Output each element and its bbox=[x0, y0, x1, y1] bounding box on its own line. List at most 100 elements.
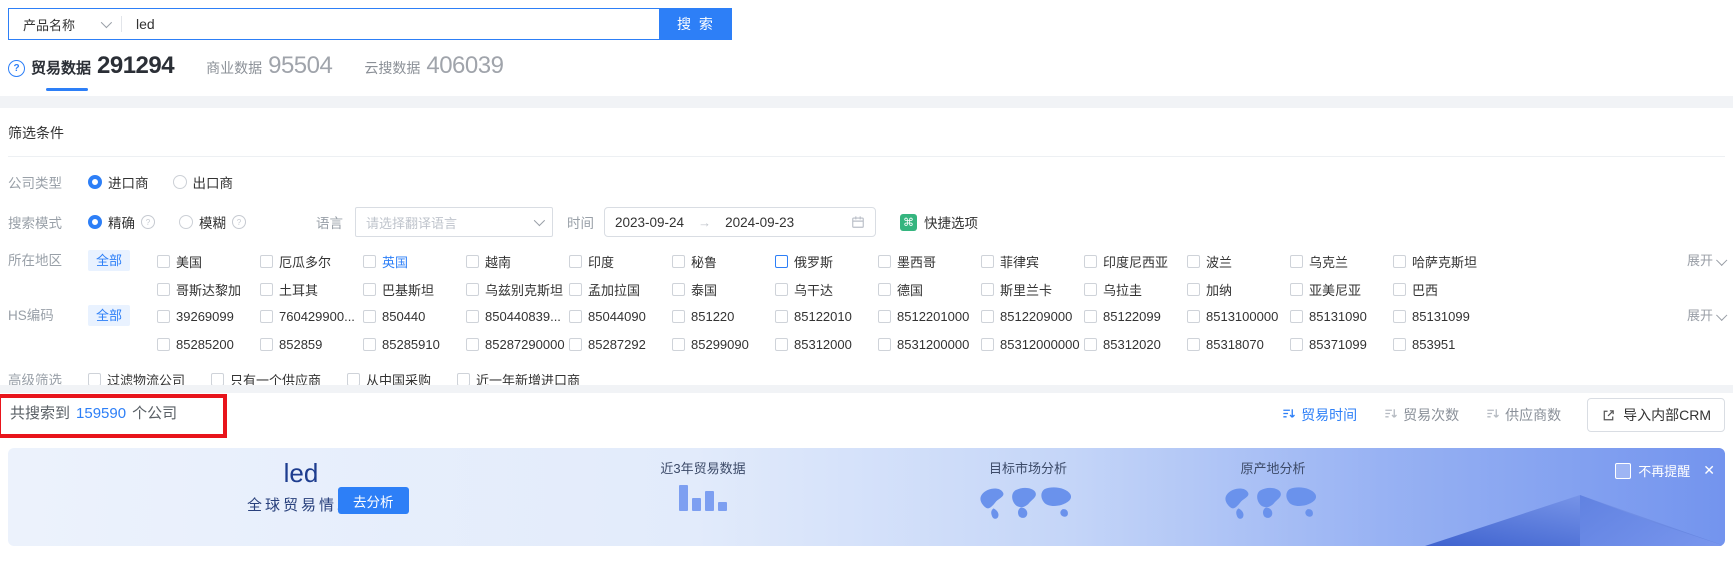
hs-expand-link[interactable]: 展开 bbox=[1687, 305, 1728, 327]
hs-code-checkbox[interactable]: 85122010 bbox=[775, 305, 878, 327]
hs-code-checkbox[interactable]: 850440 bbox=[363, 305, 466, 327]
hs-code-checkbox[interactable]: 851220 bbox=[672, 305, 775, 327]
hs-code-checkbox[interactable]: 8513100000 bbox=[1187, 305, 1290, 327]
hs-code-checkbox[interactable]: 85285200 bbox=[157, 333, 260, 355]
hs-code-checkbox[interactable]: 85312000 bbox=[775, 333, 878, 355]
region-checkbox[interactable]: 斯里兰卡 bbox=[981, 278, 1084, 300]
date-range-picker[interactable]: 2023-09-24 → 2024-09-23 bbox=[604, 207, 876, 237]
sort-label: 贸易次数 bbox=[1403, 407, 1460, 423]
region-checkbox[interactable]: 厄瓜多尔 bbox=[260, 250, 363, 272]
tab-label: 商业数据 bbox=[206, 60, 263, 76]
region-checkbox[interactable]: 菲律宾 bbox=[981, 250, 1084, 272]
region-checkbox[interactable]: 泰国 bbox=[672, 278, 775, 300]
region-checkbox[interactable]: 英国 bbox=[363, 250, 466, 272]
radio-dot bbox=[172, 175, 187, 189]
banner-close-icon[interactable]: ✕ bbox=[1703, 462, 1715, 479]
region-checkbox[interactable]: 巴西 bbox=[1393, 278, 1496, 300]
region-checkbox[interactable]: 亚美尼亚 bbox=[1290, 278, 1393, 300]
sort-option[interactable]: 贸易次数 bbox=[1383, 405, 1459, 425]
checkbox-label: 85122010 bbox=[794, 308, 852, 324]
hs-code-checkbox[interactable]: 8531200000 bbox=[878, 333, 981, 355]
hs-code-checkbox[interactable]: 853951 bbox=[1393, 333, 1496, 355]
search-input[interactable] bbox=[134, 15, 659, 33]
date-end: 2024-09-23 bbox=[725, 214, 795, 230]
chart-bar bbox=[718, 502, 727, 511]
hs-code-checkbox[interactable]: 760429900... bbox=[260, 305, 363, 327]
language-select[interactable]: 请选择翻译语言 bbox=[355, 207, 553, 237]
tab[interactable]: 云搜数据 406039 bbox=[364, 52, 504, 80]
checkbox-label: 越南 bbox=[485, 254, 512, 270]
checkbox-box bbox=[775, 254, 789, 268]
region-checkbox[interactable]: 土耳其 bbox=[260, 278, 363, 300]
tab[interactable]: 商业数据 95504 bbox=[206, 52, 333, 80]
hs-code-checkbox[interactable]: 85287290000 bbox=[466, 333, 569, 355]
hs-code-checkbox[interactable]: 8512209000 bbox=[981, 305, 1084, 327]
checkbox-box bbox=[1393, 254, 1407, 268]
banner-section-trade: 近3年贸易数据 bbox=[623, 458, 783, 511]
analyze-button[interactable]: 去分析 bbox=[338, 487, 409, 514]
hs-code-checkbox[interactable]: 85318070 bbox=[1187, 333, 1290, 355]
region-checkbox-grid: 美国 厄瓜多尔 英国 越南 印度 秘鲁 俄罗斯 墨西哥 菲律宾 印度尼西亚 波兰 乌克兰 哈萨克斯坦哥斯… bbox=[157, 250, 1496, 300]
hs-code-checkbox[interactable]: 852859 bbox=[260, 333, 363, 355]
region-expand-link[interactable]: 展开 bbox=[1687, 250, 1728, 272]
radio-option[interactable]: 出口商 bbox=[172, 172, 233, 192]
region-checkbox[interactable]: 越南 bbox=[466, 250, 569, 272]
checkbox-label: 乌干达 bbox=[794, 282, 834, 298]
search-bar: 产品名称 搜 索 bbox=[8, 8, 732, 40]
region-checkbox[interactable]: 乌干达 bbox=[775, 278, 878, 300]
hs-code-checkbox[interactable]: 85044090 bbox=[569, 305, 672, 327]
region-checkbox[interactable]: 乌拉圭 bbox=[1084, 278, 1187, 300]
region-checkbox[interactable]: 印度 bbox=[569, 250, 672, 272]
radio-option[interactable]: 精确 bbox=[88, 212, 135, 232]
region-checkbox[interactable]: 墨西哥 bbox=[878, 250, 981, 272]
sort-option[interactable]: 贸易时间 bbox=[1281, 405, 1357, 425]
quick-options[interactable]: ⌘ 快捷选项 bbox=[900, 212, 978, 232]
hs-code-checkbox[interactable]: 85131099 bbox=[1393, 305, 1496, 327]
region-checkbox[interactable]: 哈萨克斯坦 bbox=[1393, 250, 1496, 272]
hs-code-checkbox[interactable]: 85312020 bbox=[1084, 333, 1187, 355]
region-checkbox[interactable]: 孟加拉国 bbox=[569, 278, 672, 300]
sort-options: 贸易时间 贸易次数 供应商数 bbox=[1281, 405, 1587, 425]
region-checkbox[interactable]: 秘鲁 bbox=[672, 250, 775, 272]
checkbox-box bbox=[260, 309, 274, 323]
region-checkbox[interactable]: 乌克兰 bbox=[1290, 250, 1393, 272]
hs-code-checkbox[interactable]: 85131090 bbox=[1290, 305, 1393, 327]
hs-code-checkbox[interactable]: 39269099 bbox=[157, 305, 260, 327]
region-checkbox[interactable]: 乌兹别克斯坦 bbox=[466, 278, 569, 300]
checkbox-label: 德国 bbox=[897, 282, 924, 298]
hs-code-checkbox[interactable]: 85285910 bbox=[363, 333, 466, 355]
hs-code-checkbox[interactable]: 85287292 bbox=[569, 333, 672, 355]
region-checkbox[interactable]: 俄罗斯 bbox=[775, 250, 878, 272]
radio-option[interactable]: 进口商 bbox=[88, 172, 149, 192]
command-icon: ⌘ bbox=[900, 213, 917, 231]
dismiss-checkbox[interactable] bbox=[1615, 462, 1632, 479]
search-category-select[interactable]: 产品名称 bbox=[9, 15, 121, 34]
region-all-chip[interactable]: 全部 bbox=[88, 250, 131, 271]
region-checkbox[interactable]: 美国 bbox=[157, 250, 260, 272]
region-checkbox[interactable]: 哥斯达黎加 bbox=[157, 278, 260, 300]
region-checkbox[interactable]: 波兰 bbox=[1187, 250, 1290, 272]
hs-code-checkbox[interactable]: 85312000000 bbox=[981, 333, 1084, 355]
import-crm-button[interactable]: 导入内部CRM bbox=[1587, 398, 1725, 432]
search-button[interactable]: 搜 索 bbox=[660, 8, 732, 40]
hs-code-checkbox[interactable]: 850440839... bbox=[466, 305, 569, 327]
region-row: 所在地区 全部 美国 厄瓜多尔 英国 越南 印度 秘鲁 俄罗斯 墨西哥 菲律宾 印度尼西亚 波兰 乌克… bbox=[8, 250, 1728, 300]
region-checkbox[interactable]: 德国 bbox=[878, 278, 981, 300]
checkbox-label: 斯里兰卡 bbox=[1000, 282, 1053, 298]
radio-option[interactable]: 模糊 bbox=[179, 212, 226, 232]
tab[interactable]: ? 贸易数据 291294 bbox=[8, 52, 175, 91]
hs-code-checkbox[interactable]: 85299090 bbox=[672, 333, 775, 355]
hs-code-checkbox[interactable]: 85122099 bbox=[1084, 305, 1187, 327]
hs-code-checkbox[interactable]: 85371099 bbox=[1290, 333, 1393, 355]
region-checkbox[interactable]: 加纳 bbox=[1187, 278, 1290, 300]
region-checkbox[interactable]: 印度尼西亚 bbox=[1084, 250, 1187, 272]
hs-code-checkbox[interactable]: 8512201000 bbox=[878, 305, 981, 327]
checkbox-box bbox=[1084, 282, 1098, 296]
region-checkbox[interactable]: 巴基斯坦 bbox=[363, 278, 466, 300]
checkbox-label: 英国 bbox=[382, 254, 409, 270]
sort-icon bbox=[1281, 406, 1296, 424]
checkbox-box bbox=[775, 309, 789, 323]
hs-all-chip[interactable]: 全部 bbox=[88, 305, 131, 326]
sort-option[interactable]: 供应商数 bbox=[1485, 405, 1561, 425]
hs-code-label: HS编码 bbox=[8, 308, 54, 323]
